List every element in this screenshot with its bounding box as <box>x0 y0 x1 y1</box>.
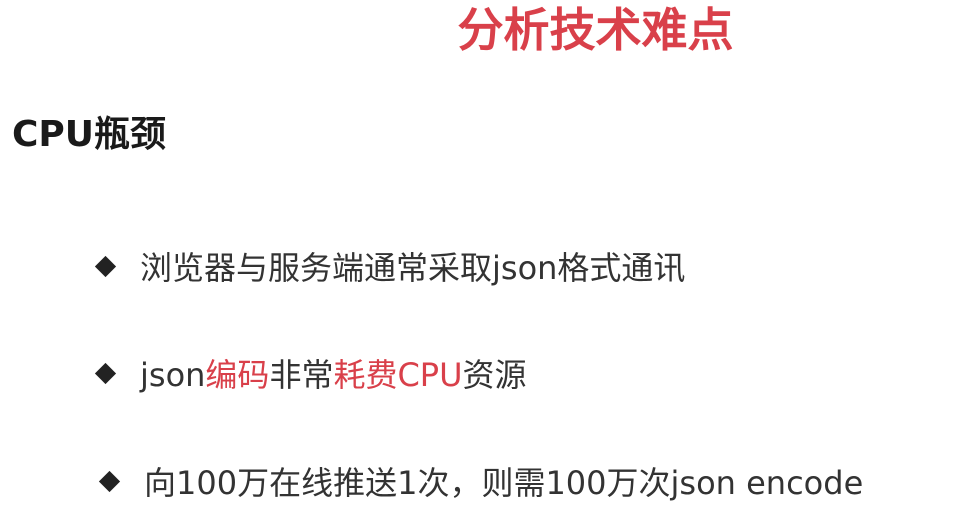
diamond-bullet-icon <box>92 360 122 390</box>
bullet-text: 向100万在线推送1次，则需100万次json encode <box>144 464 864 502</box>
slide-title: 分析技术难点 <box>457 3 734 57</box>
bullet-item-1: 浏览器与服务端通常采取json格式通讯 <box>92 246 685 290</box>
diamond-bullet-icon <box>92 253 122 283</box>
bullet-text-part: json <box>140 356 206 394</box>
highlight-text: 编码 <box>205 356 270 394</box>
bullet-text: 浏览器与服务端通常采取json格式通讯 <box>140 249 686 287</box>
highlight-text: 耗费CPU <box>333 356 463 394</box>
section-heading: CPU瓶颈 <box>12 114 167 155</box>
bullet-text: json编码非常耗费CPU资源 <box>140 353 527 397</box>
bullet-text-part: 资源 <box>462 356 527 394</box>
bullet-text-part: 非常 <box>269 356 334 394</box>
diamond-bullet-icon <box>96 468 126 498</box>
bullet-item-3: 向100万在线推送1次，则需100万次json encode <box>96 461 863 505</box>
bullet-item-2: json编码非常耗费CPU资源 <box>92 353 527 397</box>
